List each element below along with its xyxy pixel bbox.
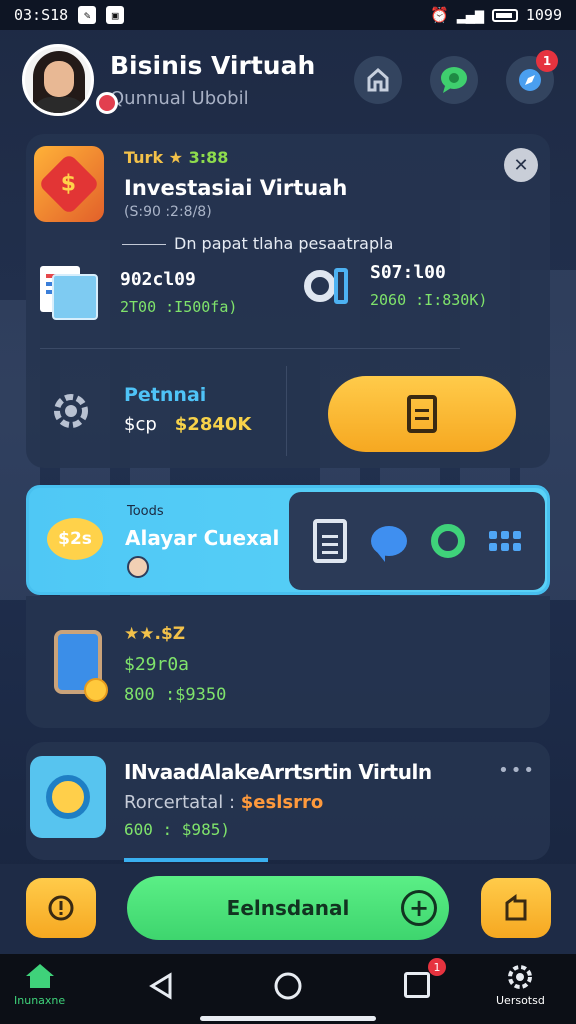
investment-logo-icon: $ [34,146,104,222]
stat-left: 902cl09 2T00 :I500fa) [38,262,237,322]
navigation-bar: Inunaxne 1 Uersotsd [0,954,576,1024]
apps-grid-icon[interactable] [489,531,521,551]
header: Bisinis Virtuah Qunnual Ubobil 1 [22,40,558,120]
documents-icon [38,262,102,322]
card-sub-value: $eslsrro [240,792,324,813]
home-icon [25,964,54,988]
ring-icon[interactable] [431,524,465,558]
close-button[interactable]: ✕ [504,148,538,182]
status-bar: 03:S18 ✎ ▣ ⏰ ▂▄▆ 1099 [0,0,576,30]
card-description: Dn papat tlaha pesaatrapla [174,234,394,253]
share-icon [505,894,527,921]
stats-rating: ★★.$Z [124,624,186,644]
nav-settings[interactable]: Uersotsd [496,962,545,1007]
nav-home-label: Inunaxne [14,994,66,1007]
home-icon [367,68,389,92]
stat-left-sub: 2T00 :I500fa) [120,297,238,316]
card-value: 600 : $985) [124,820,230,839]
chat-icon [441,67,467,93]
nav-notification-badge: 1 [428,958,446,976]
card-rating: Turk ★ 3:88 [124,148,229,167]
battery-icon [491,8,518,22]
card-title: INvaadAlakeArrtsrtin Virtuln [124,760,432,784]
more-options-icon[interactable]: ••• [498,760,536,781]
camera-icon [304,264,352,308]
mini-avatar [127,556,149,578]
potential-prefix: $cp [124,414,157,435]
card-sub-label: Rorcertatal : [124,792,241,813]
stats-card[interactable]: ★★.$Z $29r0a 800 :$9350 [26,596,550,728]
primary-action-label: Eelnsdanal [226,896,350,920]
price-bubble-icon: $2s [47,518,103,560]
nav-settings-label: Uersotsd [496,994,545,1007]
document-icon[interactable] [313,519,347,563]
image-icon: ▣ [106,6,125,24]
stat-right-sub: 2060 :I:830K) [370,291,488,309]
tool-icon: ✎ [78,6,97,24]
status-time: 03:S18 [14,6,69,24]
signal-icon: ▂▄▆ [456,6,484,24]
gear-icon [508,965,533,989]
virtual-investment-card[interactable]: INvaadAlakeArrtsrtin Virtuln ••• Rorcert… [26,742,550,860]
primary-action-button[interactable]: Eelnsdanal + [127,876,449,940]
notification-count-badge: 1 [536,50,558,72]
search-coin-icon [30,756,106,838]
stats-value-2: 800 :$9350 [124,685,227,705]
document-action-button[interactable] [328,376,516,452]
nav-home[interactable]: Inunaxne [14,962,65,1007]
potential-section: Petnnai $cp $2840K [124,384,251,435]
investment-card[interactable]: $ Turk ★ 3:88 Investasiai Virtuah (S:90 … [26,134,550,468]
plus-icon: + [401,890,437,926]
card-title: Investasiai Virtuah [124,176,348,200]
home-circle-icon[interactable] [274,972,302,1000]
battery-text: 1099 [525,6,562,24]
divider [40,348,460,349]
action-bar: Eelnsdanal + [0,864,576,954]
recents-icon[interactable] [404,972,430,998]
gear-icon[interactable] [48,388,94,434]
chat-button[interactable] [430,56,478,104]
page-title: Bisinis Virtuah [110,51,316,80]
scroll-progress-indicator [124,858,268,862]
banner-small-label: Toods [127,504,164,519]
page-subtitle: Qunnual Ubobil [110,88,249,109]
back-icon[interactable] [148,972,174,1000]
divider [286,366,287,456]
coin-icon [84,678,108,702]
notifications-button[interactable]: 1 [506,50,558,104]
share-button[interactable] [481,878,551,938]
banner-actions-panel [289,492,545,590]
potential-label: Petnnai [124,384,207,406]
divider [122,244,166,245]
stat-right-value: S07:l00 [370,262,446,283]
banner-title: Alayar Cuexal [125,526,280,550]
verified-badge-icon [96,92,118,114]
stat-right: S07:l00 2060 :I:830K) [304,262,487,309]
home-indicator[interactable] [200,1016,376,1021]
featured-banner[interactable]: $2s Toods Alayar Cuexal [26,485,550,595]
chat-bubble-icon[interactable] [371,526,407,562]
stats-value-1: $29r0a [124,654,190,675]
alarm-icon: ⏰ [430,6,449,24]
card-subtitle: (S:90 :2:8/8) [124,204,212,220]
help-icon [48,895,74,921]
avatar[interactable] [22,44,94,116]
home-button[interactable] [354,56,402,104]
potential-value: $2840K [174,414,252,435]
document-icon [407,395,437,433]
help-button[interactable] [26,878,96,938]
stat-left-value: 902cl09 [120,268,196,290]
compass-icon [519,69,541,91]
